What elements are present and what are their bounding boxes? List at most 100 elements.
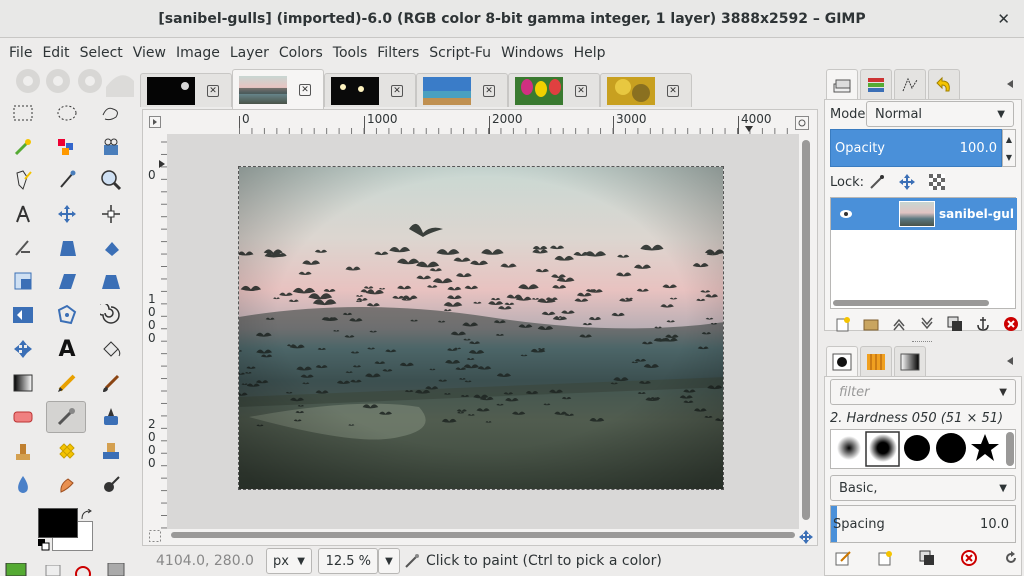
vertical-scrollbar[interactable]: [799, 134, 813, 529]
raise-layer-icon[interactable]: [890, 315, 908, 333]
image-tab-moon[interactable]: ✕: [140, 73, 232, 107]
layer-row[interactable]: sanibel-gulls: [831, 198, 1017, 230]
tag-select[interactable]: Basic, ▼: [830, 475, 1016, 501]
lock-position-icon[interactable]: [898, 173, 916, 191]
horizontal-scroll-thumb[interactable]: [171, 532, 795, 538]
spacing-slider[interactable]: Spacing 10.0: [830, 505, 1016, 543]
menu-select[interactable]: Select: [75, 45, 128, 61]
image-tab-beach[interactable]: ✕: [416, 73, 508, 107]
menu-windows[interactable]: Windows: [496, 45, 569, 61]
undo-history-icon[interactable]: [74, 565, 92, 576]
warp-transform-icon[interactable]: [91, 299, 131, 331]
horizontal-scrollbar[interactable]: [167, 529, 799, 541]
foreground-color-swatch[interactable]: [38, 508, 78, 538]
clone-icon[interactable]: [3, 435, 43, 467]
free-select-icon[interactable]: [91, 97, 131, 129]
anchor-layer-icon[interactable]: [974, 315, 992, 333]
scale-icon[interactable]: [3, 265, 43, 297]
images-icon[interactable]: [104, 563, 126, 576]
new-layer-icon[interactable]: [834, 315, 852, 333]
opacity-slider[interactable]: Opacity 100.0: [830, 129, 1002, 167]
new-layer-group-icon[interactable]: [862, 315, 880, 333]
close-tab-icon[interactable]: ✕: [483, 84, 495, 97]
cage-transform-icon[interactable]: [47, 299, 87, 331]
duplicate-brush-icon[interactable]: [918, 549, 936, 567]
navigate-icon[interactable]: [799, 530, 813, 544]
close-tab-icon[interactable]: ✕: [575, 84, 587, 97]
device-status-icon[interactable]: [44, 565, 62, 576]
tab-channels[interactable]: [860, 69, 892, 99]
quick-mask-icon[interactable]: [149, 530, 161, 542]
image-tab-tulips[interactable]: ✕: [508, 73, 600, 107]
filter-input[interactable]: filter ▼: [830, 379, 1016, 405]
align-icon[interactable]: [91, 198, 131, 230]
flip-icon[interactable]: [3, 299, 43, 331]
layer-list-scrollbar[interactable]: [833, 300, 989, 306]
tab-undo-history[interactable]: [928, 69, 960, 99]
menu-button-icon[interactable]: [149, 116, 161, 128]
brush-hardness-025[interactable]: [837, 436, 861, 460]
blur-icon[interactable]: [3, 469, 43, 501]
select-by-color-icon[interactable]: [47, 131, 87, 163]
image-tab-night-lights[interactable]: ✕: [324, 73, 416, 107]
zoom-field[interactable]: 12.5 %: [318, 548, 378, 574]
image-tab-autumn[interactable]: ✕: [600, 73, 692, 107]
eraser-icon[interactable]: [3, 401, 43, 433]
unified-transform-icon[interactable]: [47, 232, 87, 264]
measure-icon[interactable]: [3, 198, 43, 230]
dock-separator[interactable]: [912, 341, 932, 343]
tab-gradients[interactable]: [894, 346, 926, 376]
menu-layer[interactable]: Layer: [225, 45, 274, 61]
rotate-icon[interactable]: [91, 232, 131, 264]
zoom-fit-icon[interactable]: [795, 116, 809, 130]
heal-icon[interactable]: [47, 435, 87, 467]
close-tab-icon[interactable]: ✕: [667, 84, 679, 97]
brush-grid-scrollbar[interactable]: [1006, 432, 1014, 466]
lock-pixels-icon[interactable]: [868, 173, 886, 191]
close-tab-icon[interactable]: ✕: [391, 84, 403, 97]
tool-options-icon[interactable]: [4, 563, 28, 576]
brush-hardness-050[interactable]: [869, 434, 897, 462]
unit-select[interactable]: px ▼: [266, 548, 312, 574]
tab-patterns[interactable]: [860, 346, 892, 376]
dodge-burn-icon[interactable]: [91, 469, 131, 501]
swap-colors-icon[interactable]: [80, 509, 94, 521]
menu-image[interactable]: Image: [171, 45, 225, 61]
close-tab-icon[interactable]: ✕: [299, 83, 311, 96]
gradient-icon[interactable]: [3, 367, 43, 399]
menu-help[interactable]: Help: [569, 45, 611, 61]
zoom-icon[interactable]: [91, 164, 131, 196]
menu-edit[interactable]: Edit: [37, 45, 74, 61]
lower-layer-icon[interactable]: [918, 315, 936, 333]
canvas[interactable]: [167, 134, 799, 529]
eye-icon[interactable]: [839, 209, 853, 219]
perspective-icon[interactable]: [91, 265, 131, 297]
image-tab-sanibel-gulls[interactable]: ✕: [232, 69, 324, 109]
scissors-select-icon[interactable]: [91, 131, 131, 163]
airbrush-icon[interactable]: [46, 401, 86, 433]
default-colors-icon[interactable]: [38, 539, 50, 551]
menu-tools[interactable]: Tools: [328, 45, 373, 61]
mode-select[interactable]: Normal ▼: [866, 101, 1014, 127]
opacity-spinner[interactable]: ▲ ▼: [1002, 129, 1016, 167]
fuzzy-select-icon[interactable]: [3, 131, 43, 163]
menu-script-fu[interactable]: Script-Fu: [424, 45, 496, 61]
compass-move-icon[interactable]: [3, 333, 43, 365]
delete-layer-icon[interactable]: [1002, 315, 1020, 333]
close-icon[interactable]: ✕: [997, 10, 1010, 28]
close-tab-icon[interactable]: ✕: [207, 84, 219, 97]
refresh-brushes-icon[interactable]: [1002, 549, 1020, 567]
menu-colors[interactable]: Colors: [274, 45, 328, 61]
menu-filters[interactable]: Filters: [372, 45, 424, 61]
configure-dock-icon[interactable]: [1004, 78, 1016, 90]
smudge-icon[interactable]: [47, 469, 87, 501]
ink-icon[interactable]: [91, 401, 131, 433]
zoom-dropdown[interactable]: ▼: [378, 548, 400, 574]
delete-brush-icon[interactable]: [960, 549, 978, 567]
paintbrush-icon[interactable]: [91, 367, 131, 399]
edit-brush-icon[interactable]: [834, 549, 852, 567]
duplicate-layer-icon[interactable]: [946, 315, 964, 333]
configure-dock-icon[interactable]: [1004, 355, 1016, 367]
rect-select-icon[interactable]: [3, 97, 43, 129]
bucket-fill-icon[interactable]: [91, 333, 131, 365]
